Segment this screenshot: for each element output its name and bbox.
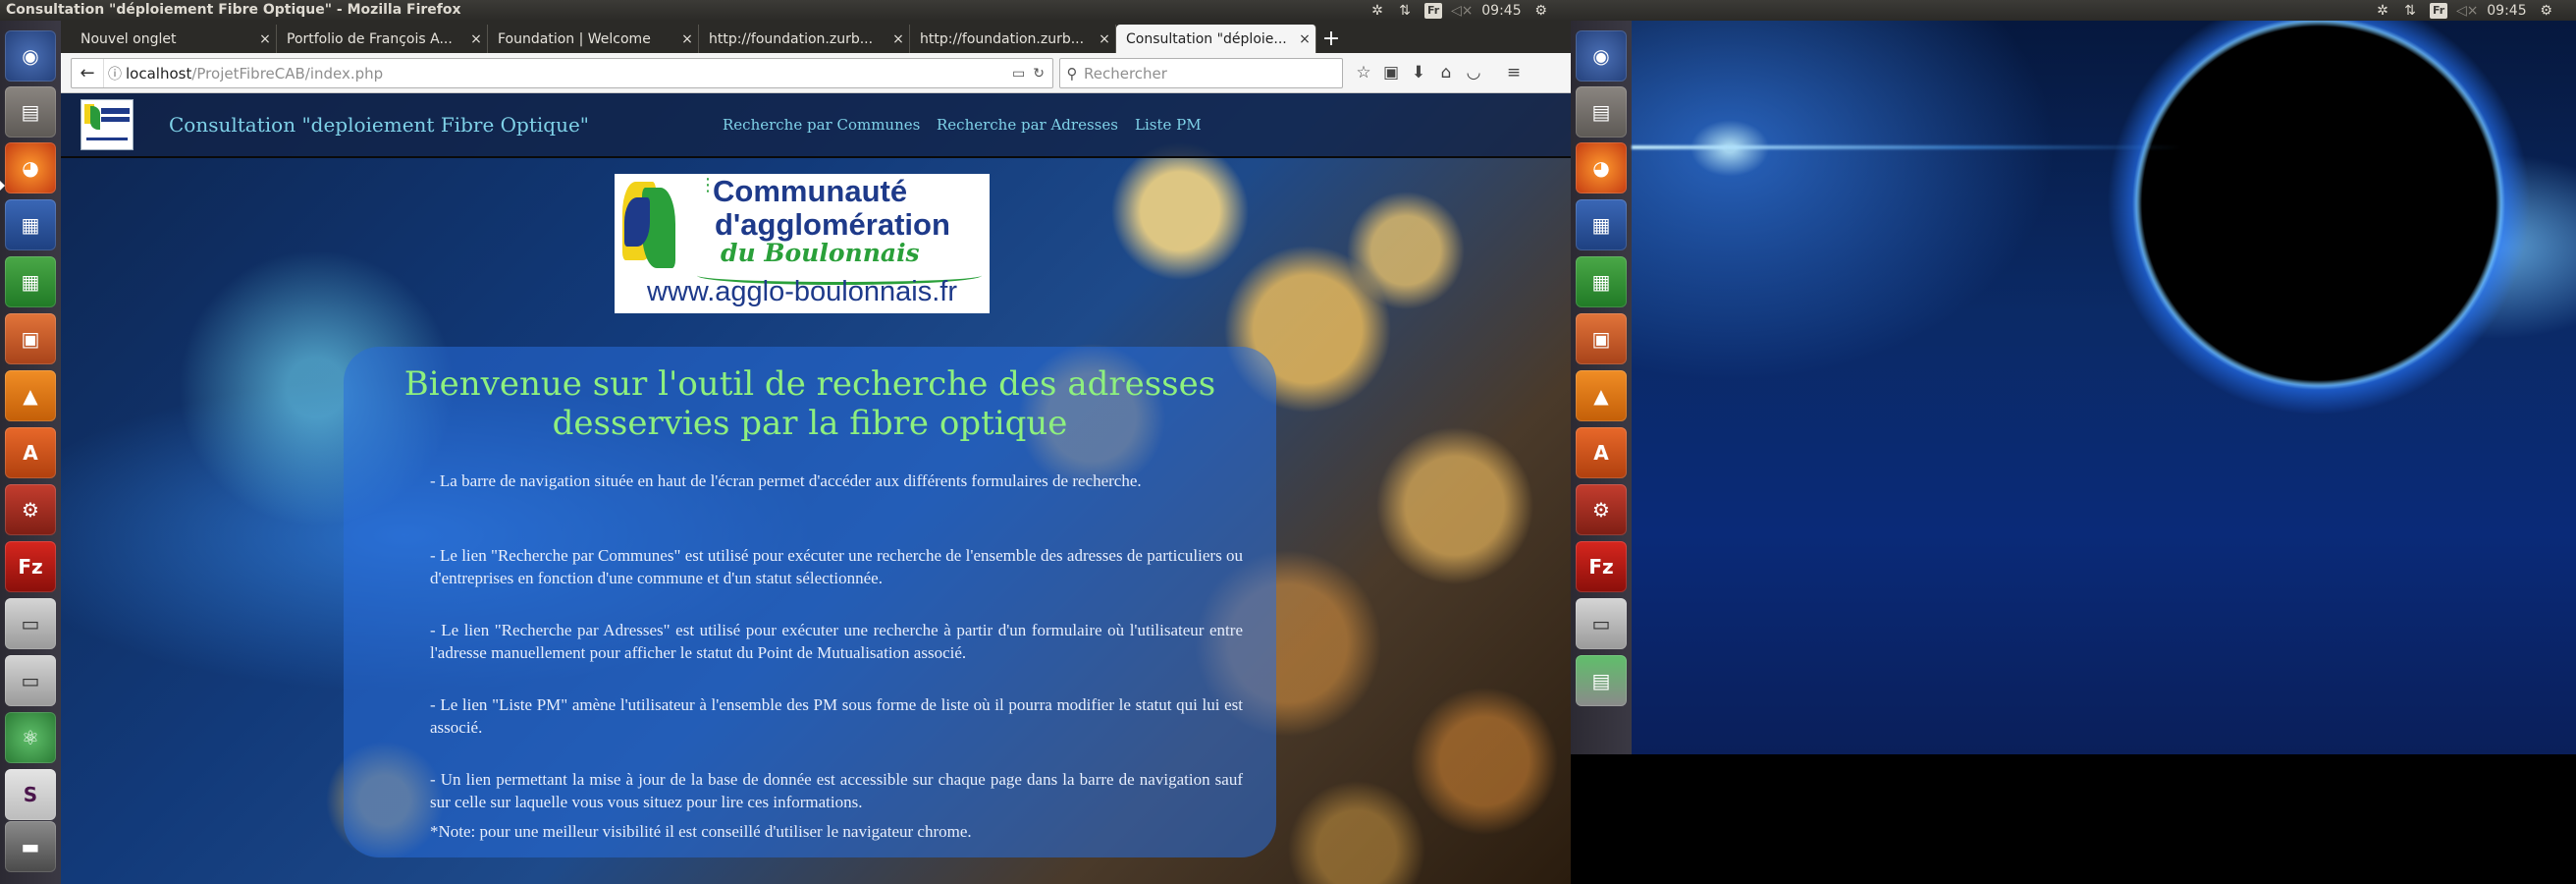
- tab-nouvel-onglet[interactable]: Nouvel onglet ×: [71, 25, 277, 53]
- info-paragraph: - Le lien "Recherche par Adresses" est u…: [430, 621, 1243, 662]
- system-settings-icon[interactable]: ⚙: [5, 484, 56, 535]
- search-input[interactable]: ⚲ Rechercher: [1059, 58, 1343, 88]
- info-icon[interactable]: ⓘ: [104, 64, 126, 83]
- tab-portfolio[interactable]: Portfolio de François A... ×: [277, 25, 488, 53]
- nav-toolbar: ← ⓘ localhost/ProjetFibreCAB/index.php ▭…: [61, 53, 1571, 93]
- tab-consultation[interactable]: Consultation "déploie... ×: [1116, 25, 1316, 53]
- bookmark-star-icon[interactable]: ☆: [1350, 60, 1377, 85]
- home-icon[interactable]: ⌂: [1432, 60, 1460, 85]
- close-icon[interactable]: ×: [1094, 31, 1115, 47]
- site-title[interactable]: Consultation "deploiement Fibre Optique": [169, 113, 589, 137]
- network-icon[interactable]: ⇅: [2402, 3, 2418, 19]
- dropbox-icon[interactable]: ✲: [2375, 3, 2390, 19]
- gear-icon[interactable]: ⚙: [2539, 3, 2554, 19]
- launcher: ◉ ▤ ◕ ▦ ▦ ▣ ▲ A ⚙ Fz ▭ ▭ ⚛ S ▬: [0, 21, 62, 884]
- files-icon[interactable]: ▤: [5, 86, 56, 138]
- atom-icon[interactable]: ⚛: [5, 712, 56, 763]
- reload-icon[interactable]: ↻: [1033, 66, 1045, 82]
- impress-icon[interactable]: ▣: [1576, 313, 1627, 364]
- nav-link-recherche-communes[interactable]: Recherche par Communes: [723, 116, 920, 134]
- indicator-area: ✲ ⇅ Fr ◁× 09:45 ⚙: [1369, 0, 1549, 21]
- search-placeholder: Rechercher: [1084, 64, 1167, 83]
- clock[interactable]: 09:45: [2487, 3, 2526, 19]
- close-icon[interactable]: ×: [676, 31, 698, 47]
- url-bar[interactable]: ← ⓘ localhost/ProjetFibreCAB/index.php ▭…: [71, 58, 1053, 88]
- reader-view-icon[interactable]: ▭: [1012, 66, 1025, 82]
- volume-muted-icon[interactable]: ◁×: [1451, 3, 1474, 19]
- welcome-title: Bienvenue sur l'outil de recherche des a…: [403, 364, 1216, 443]
- note-paragraph: *Note: pour une meilleur visibilité il e…: [430, 822, 972, 841]
- firefox-icon[interactable]: ◕: [5, 142, 56, 193]
- drive-icon[interactable]: ▭: [5, 598, 56, 649]
- gear-icon[interactable]: ⚙: [1533, 3, 1549, 19]
- hamburger-menu-icon[interactable]: ≡: [1500, 60, 1528, 85]
- filezilla-icon[interactable]: Fz: [5, 541, 56, 592]
- top-panel: Consultation "déploiement Fibre Optique"…: [0, 0, 1571, 21]
- firefox-window: Nouvel onglet × Portfolio de François A.…: [61, 21, 1571, 884]
- calc-icon[interactable]: ▦: [1576, 256, 1627, 307]
- system-settings-icon[interactable]: ⚙: [1576, 484, 1627, 535]
- download-icon[interactable]: ⬇: [1405, 60, 1432, 85]
- close-icon[interactable]: ×: [887, 31, 909, 47]
- tab-foundation-2[interactable]: http://foundation.zurb... ×: [910, 25, 1116, 53]
- drive-icon[interactable]: ▭: [1576, 598, 1627, 649]
- clock[interactable]: 09:45: [1481, 3, 1521, 19]
- nav-link-recherche-adresses[interactable]: Recherche par Adresses: [937, 116, 1118, 134]
- impress-icon[interactable]: ▣: [5, 313, 56, 364]
- nav-link-liste-pm[interactable]: Liste PM: [1135, 116, 1202, 134]
- site-navbar: Consultation "deploiement Fibre Optique"…: [61, 93, 1571, 158]
- web-page: Consultation "deploiement Fibre Optique"…: [61, 93, 1571, 884]
- keyboard-layout-indicator[interactable]: Fr: [1424, 2, 1443, 19]
- left-monitor: Consultation "déploiement Fibre Optique"…: [0, 0, 1571, 884]
- ubuntu-logo-icon[interactable]: ◉: [5, 30, 56, 82]
- files-icon[interactable]: ▤: [1576, 86, 1627, 138]
- writer-icon[interactable]: ▦: [5, 199, 56, 250]
- desktop-wallpaper: [1632, 21, 2576, 754]
- welcome-panel: Bienvenue sur l'outil de recherche des a…: [344, 347, 1276, 857]
- calc-icon[interactable]: ▦: [5, 256, 56, 307]
- url-path: /ProjetFibreCAB/index.php: [191, 64, 384, 83]
- close-icon[interactable]: ×: [254, 31, 276, 47]
- tab-foundation-welcome[interactable]: Foundation | Welcome ×: [488, 25, 699, 53]
- network-icon[interactable]: ⇅: [1397, 3, 1413, 19]
- keyboard-layout-indicator[interactable]: Fr: [2430, 2, 2448, 19]
- back-arrow-icon[interactable]: ←: [72, 59, 104, 87]
- vlc-icon[interactable]: ▲: [1576, 370, 1627, 421]
- vlc-icon[interactable]: ▲: [5, 370, 56, 421]
- new-tab-button[interactable]: +: [1316, 25, 1346, 53]
- info-paragraph: - Le lien "Liste PM" amène l'utilisateur…: [430, 695, 1243, 737]
- firefox-icon[interactable]: ◕: [1576, 142, 1627, 193]
- info-paragraph: - Le lien "Recherche par Communes" est u…: [430, 546, 1243, 587]
- close-icon[interactable]: ×: [1294, 31, 1315, 47]
- info-paragraph: - La barre de navigation située en haut …: [430, 471, 1142, 490]
- trash-icon[interactable]: ▬: [5, 821, 56, 872]
- url-host: localhost: [126, 64, 192, 83]
- close-icon[interactable]: ×: [465, 31, 487, 47]
- site-logo[interactable]: [80, 99, 134, 150]
- wallpaper-light-beam: [1632, 145, 2181, 149]
- launcher: ◉ ▤ ◕ ▦ ▦ ▣ ▲ A ⚙ Fz ▭ ▤: [1571, 21, 1633, 754]
- slack-icon[interactable]: S: [5, 769, 56, 820]
- clipboard-icon[interactable]: ▣: [1377, 60, 1405, 85]
- volume-muted-icon[interactable]: ◁×: [2456, 3, 2479, 19]
- writer-icon[interactable]: ▦: [1576, 199, 1627, 250]
- ubuntu-logo-icon[interactable]: ◉: [1576, 30, 1627, 82]
- tab-strip: Nouvel onglet × Portfolio de François A.…: [61, 21, 1571, 53]
- window-title: Consultation "déploiement Fibre Optique"…: [6, 2, 461, 18]
- right-monitor: ✲ ⇅ Fr ◁× 09:45 ⚙ ◉ ▤ ◕ ▦ ▦ ▣ ▲ A ⚙ Fz ▭…: [1571, 0, 2576, 884]
- indicator-area: ✲ ⇅ Fr ◁× 09:45 ⚙: [2375, 0, 2554, 21]
- agglo-logo: ⋮ Communauté d'agglomération du Boulonna…: [615, 174, 990, 313]
- search-icon: ⚲: [1066, 64, 1078, 83]
- software-center-icon[interactable]: A: [5, 427, 56, 478]
- filezilla-icon[interactable]: Fz: [1576, 541, 1627, 592]
- dropbox-icon[interactable]: ✲: [1369, 3, 1385, 19]
- stacked-apps-icon[interactable]: ▤: [1576, 655, 1627, 706]
- top-panel-right: ✲ ⇅ Fr ◁× 09:45 ⚙: [1571, 0, 2576, 21]
- drive-icon[interactable]: ▭: [5, 655, 56, 706]
- pocket-icon[interactable]: ◡: [1460, 60, 1487, 85]
- software-center-icon[interactable]: A: [1576, 427, 1627, 478]
- tab-foundation-1[interactable]: http://foundation.zurb... ×: [699, 25, 910, 53]
- info-paragraph: - Un lien permettant la mise à jour de l…: [430, 770, 1243, 811]
